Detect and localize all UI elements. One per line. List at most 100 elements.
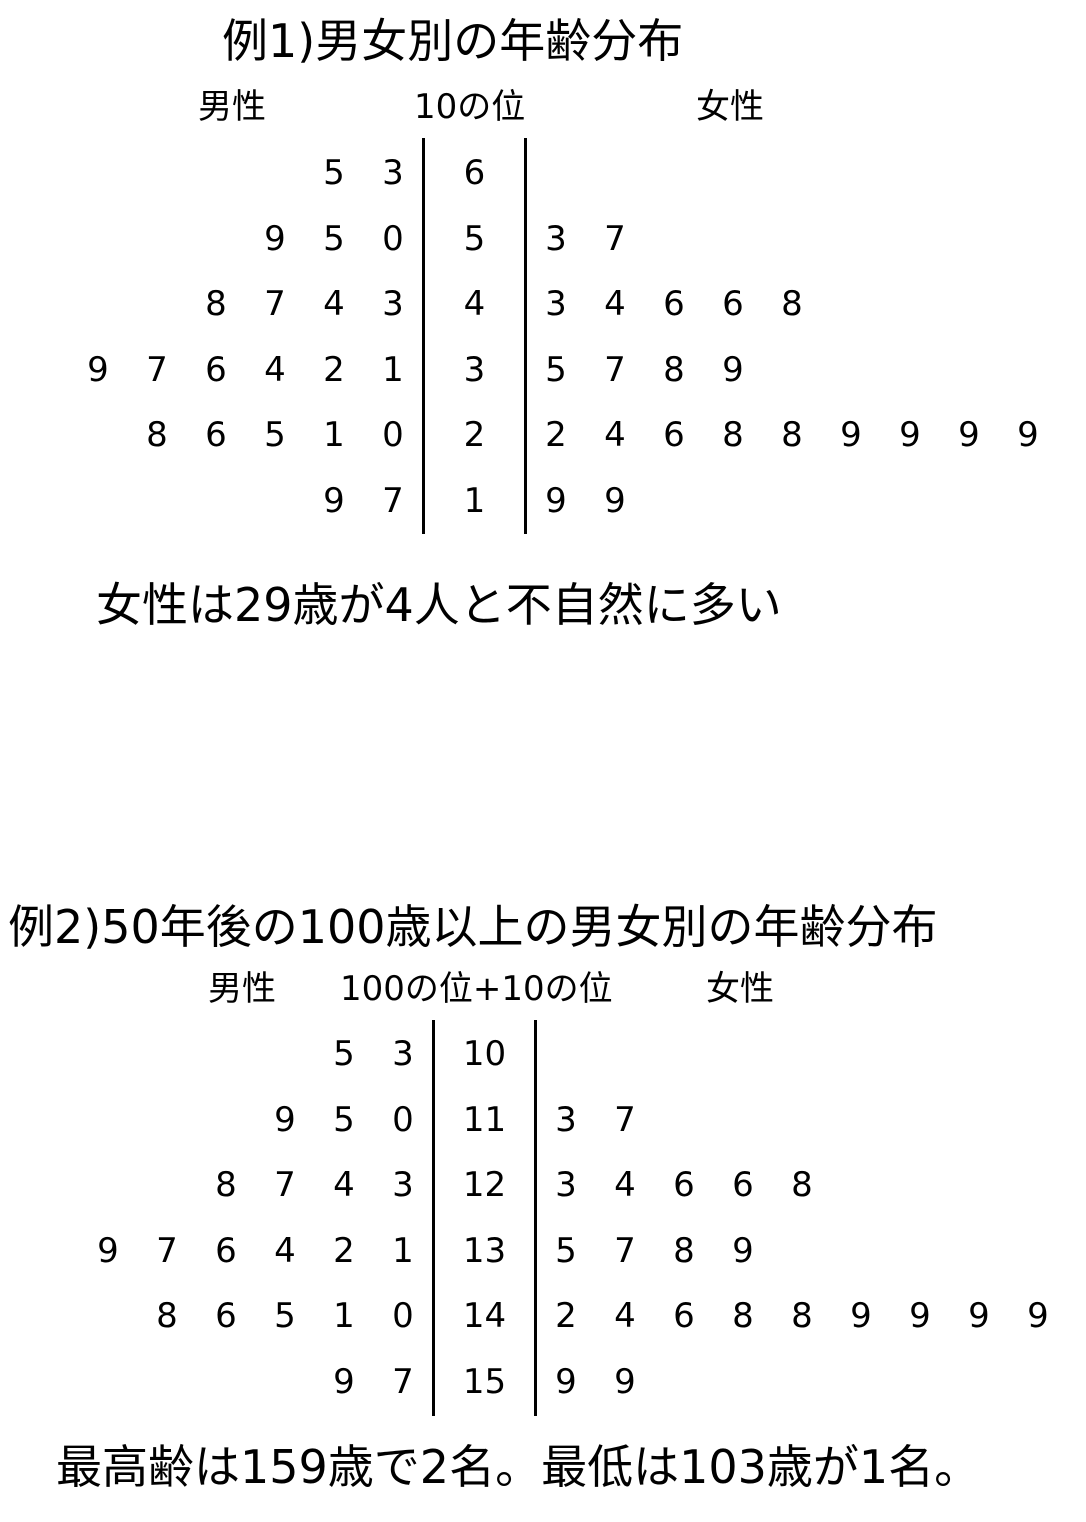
chart1-female-leaf: 8 xyxy=(781,415,803,455)
chart2-stem: 10 xyxy=(462,1034,507,1074)
chart1-male-leaf: 0 xyxy=(382,218,404,259)
chart1-stem: 2 xyxy=(463,415,486,455)
chart2-male-leaf: 4 xyxy=(333,1165,355,1205)
chart1-male-leaf: 7 xyxy=(382,480,404,521)
chart1-male-leaf: 0 xyxy=(382,415,404,455)
chart1-male-leaf: 4 xyxy=(264,349,286,390)
chart2-stem: 14 xyxy=(462,1296,507,1336)
chart2-female-leaf: 9 xyxy=(732,1230,754,1271)
chart1-male-leaf: 7 xyxy=(264,284,286,324)
chart2-female-leaf: 9 xyxy=(909,1296,931,1336)
chart1-divider-2 xyxy=(524,138,527,534)
chart1-male-leaf: 9 xyxy=(323,480,345,521)
chart1-female-leaf: 8 xyxy=(722,415,744,455)
chart1-male-leaf: 5 xyxy=(323,218,345,259)
chart2-male-leaf: 1 xyxy=(333,1296,355,1336)
chart1-male-leaf: 8 xyxy=(205,284,227,324)
chart1-divider-1 xyxy=(422,138,425,534)
chart1-right-label: 女性 xyxy=(696,87,764,127)
chart2-female-leaf: 4 xyxy=(614,1296,636,1336)
chart2-female-leaf: 5 xyxy=(555,1230,577,1271)
chart1-female-leaf: 6 xyxy=(663,415,685,455)
chart2-male-leaf: 3 xyxy=(392,1165,414,1205)
chart2-stem: 12 xyxy=(462,1165,507,1205)
chart2-female-leaf: 7 xyxy=(614,1230,636,1271)
chart1-female-leaf: 9 xyxy=(604,480,626,521)
chart1-note: 女性は29歳が4人と不自然に多い xyxy=(96,578,782,632)
chart2-female-leaf: 3 xyxy=(555,1165,577,1205)
chart1-female-leaf: 6 xyxy=(663,284,685,324)
chart2-male-leaf: 6 xyxy=(215,1296,237,1336)
chart1-stem: 3 xyxy=(463,349,486,390)
chart1-female-leaf: 9 xyxy=(840,415,862,455)
chart1-female-leaf: 5 xyxy=(545,349,567,390)
chart1-male-leaf: 9 xyxy=(264,218,286,259)
chart2-female-leaf: 7 xyxy=(614,1099,636,1140)
chart1-female-leaf: 9 xyxy=(958,415,980,455)
chart1-male-leaf: 4 xyxy=(323,284,345,324)
chart2-female-leaf: 6 xyxy=(673,1296,695,1336)
chart2-female-leaf: 9 xyxy=(555,1361,577,1402)
chart1-male-leaf: 2 xyxy=(323,349,345,390)
chart1-male-leaf: 1 xyxy=(323,415,345,455)
chart1-male-leaf: 3 xyxy=(382,153,404,193)
chart2-female-leaf: 8 xyxy=(732,1296,754,1336)
chart2-stem: 13 xyxy=(462,1230,507,1271)
chart1-female-leaf: 8 xyxy=(663,349,685,390)
chart2-female-leaf: 8 xyxy=(791,1165,813,1205)
chart2-male-leaf: 7 xyxy=(392,1361,414,1402)
chart2-male-leaf: 5 xyxy=(333,1034,355,1074)
chart1-stem-label: 10の位 xyxy=(414,87,526,127)
chart1-female-leaf: 8 xyxy=(781,284,803,324)
chart2-left-label: 男性 xyxy=(208,969,276,1009)
chart1-stem: 5 xyxy=(463,218,486,259)
chart2-female-leaf: 2 xyxy=(555,1296,577,1336)
chart2-male-leaf: 3 xyxy=(392,1034,414,1074)
chart1-left-label: 男性 xyxy=(198,87,266,127)
chart1-female-leaf: 6 xyxy=(722,284,744,324)
chart2-male-leaf: 5 xyxy=(274,1296,296,1336)
chart2-stem: 11 xyxy=(462,1099,507,1140)
chart1-female-leaf: 9 xyxy=(545,480,567,521)
chart2-female-leaf: 8 xyxy=(673,1230,695,1271)
chart2-right-label: 女性 xyxy=(706,969,774,1009)
chart2-male-leaf: 9 xyxy=(333,1361,355,1402)
chart1-female-leaf: 9 xyxy=(899,415,921,455)
chart2-stem: 15 xyxy=(462,1361,507,1402)
chart1-title: 例1)男女別の年齢分布 xyxy=(222,14,684,68)
chart2-female-leaf: 4 xyxy=(614,1165,636,1205)
chart1-male-leaf: 1 xyxy=(382,349,404,390)
chart1-female-leaf: 7 xyxy=(604,218,626,259)
chart1-male-leaf: 7 xyxy=(146,349,168,390)
chart1-female-leaf: 9 xyxy=(1017,415,1039,455)
chart2-male-leaf: 0 xyxy=(392,1099,414,1140)
chart2-male-leaf: 7 xyxy=(274,1165,296,1205)
chart1-male-leaf: 3 xyxy=(382,284,404,324)
chart1-male-leaf: 5 xyxy=(264,415,286,455)
chart1-male-leaf: 6 xyxy=(205,349,227,390)
chart1-male-leaf: 8 xyxy=(146,415,168,455)
chart2-title: 例2)50年後の100歳以上の男女別の年齢分布 xyxy=(8,900,938,954)
chart1-male-leaf: 6 xyxy=(205,415,227,455)
chart2-divider-1 xyxy=(432,1020,435,1416)
chart2-male-leaf: 5 xyxy=(333,1099,355,1140)
chart2-male-leaf: 9 xyxy=(97,1230,119,1271)
chart2-female-leaf: 6 xyxy=(673,1165,695,1205)
chart1-stem: 4 xyxy=(463,284,486,324)
chart2-male-leaf: 9 xyxy=(274,1099,296,1140)
chart1-male-leaf: 9 xyxy=(87,349,109,390)
chart2-male-leaf: 1 xyxy=(392,1230,414,1271)
chart2-female-leaf: 9 xyxy=(614,1361,636,1402)
chart2-male-leaf: 8 xyxy=(156,1296,178,1336)
chart2-female-leaf: 9 xyxy=(968,1296,990,1336)
chart2-female-leaf: 9 xyxy=(1027,1296,1049,1336)
chart1-female-leaf: 3 xyxy=(545,284,567,324)
chart2-male-leaf: 7 xyxy=(156,1230,178,1271)
chart1-female-leaf: 3 xyxy=(545,218,567,259)
chart2-female-leaf: 9 xyxy=(850,1296,872,1336)
chart1-female-leaf: 4 xyxy=(604,415,626,455)
chart1-stem: 6 xyxy=(463,153,486,193)
chart2-female-leaf: 6 xyxy=(732,1165,754,1205)
chart1-female-leaf: 2 xyxy=(545,415,567,455)
chart2-male-leaf: 4 xyxy=(274,1230,296,1271)
